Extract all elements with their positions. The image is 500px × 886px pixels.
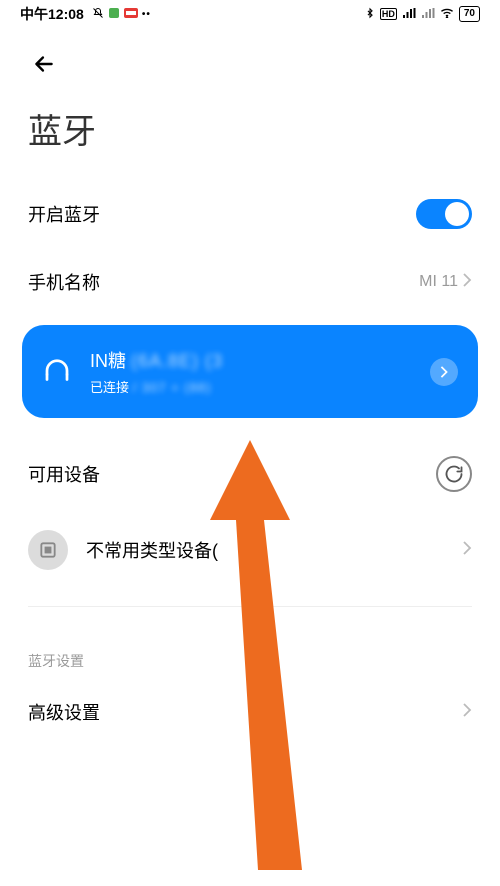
mute-icon bbox=[92, 7, 104, 22]
app-icon-1 bbox=[108, 7, 120, 22]
chevron-right-icon bbox=[462, 703, 472, 722]
phone-name-value: MI 11 bbox=[419, 273, 458, 291]
bluetooth-toggle[interactable] bbox=[416, 199, 472, 229]
signal-icon-2 bbox=[421, 7, 435, 21]
more-icon: •• bbox=[142, 9, 151, 20]
connected-device-card[interactable]: IN糖 (6A.8E) (3 已连接 / 307 + (88) bbox=[22, 325, 478, 418]
available-devices-title: 可用设备 bbox=[28, 461, 100, 487]
wifi-icon bbox=[440, 7, 454, 21]
phone-name-row[interactable]: 手机名称 MI 11 bbox=[0, 249, 500, 315]
connected-device-name-blur: (6A.8E) (3 bbox=[131, 351, 223, 371]
uncommon-devices-row[interactable]: 不常用类型设备( bbox=[0, 510, 500, 590]
bluetooth-status-icon bbox=[365, 7, 375, 22]
bluetooth-toggle-row: 开启蓝牙 bbox=[0, 179, 500, 249]
back-button[interactable] bbox=[28, 48, 60, 80]
available-devices-header: 可用设备 bbox=[0, 432, 500, 510]
chevron-right-icon bbox=[462, 273, 472, 292]
status-notification-icons: •• bbox=[92, 7, 151, 22]
back-arrow-icon bbox=[31, 51, 57, 77]
uncommon-devices-label: 不常用类型设备( bbox=[86, 537, 444, 563]
chevron-right-icon bbox=[462, 541, 472, 560]
app-icon-2 bbox=[124, 8, 138, 21]
phone-name-label: 手机名称 bbox=[28, 269, 100, 295]
refresh-icon bbox=[444, 464, 464, 484]
phone-name-right: MI 11 bbox=[419, 273, 472, 292]
headphones-icon bbox=[42, 357, 72, 387]
page-title: 蓝牙 bbox=[0, 88, 500, 179]
refresh-button[interactable] bbox=[436, 456, 472, 492]
connected-device-status: 已连接 / 307 + (88) bbox=[90, 377, 412, 396]
hd-icon: HD bbox=[380, 8, 397, 20]
uncommon-devices-icon bbox=[28, 530, 68, 570]
connected-device-name: IN糖 (6A.8E) (3 bbox=[90, 347, 412, 373]
device-details-button[interactable] bbox=[430, 358, 458, 386]
status-right: HD 70 bbox=[365, 6, 480, 22]
signal-icon-1 bbox=[402, 7, 416, 21]
back-area bbox=[0, 28, 500, 88]
divider bbox=[28, 606, 472, 607]
advanced-settings-label: 高级设置 bbox=[28, 699, 100, 725]
connected-device-status-blur: / 307 + (88) bbox=[133, 380, 212, 395]
bluetooth-toggle-label: 开启蓝牙 bbox=[28, 201, 100, 227]
status-bar: 中午12:08 •• HD 70 bbox=[0, 0, 500, 28]
battery-indicator: 70 bbox=[459, 6, 480, 22]
status-left: 中午12:08 •• bbox=[20, 4, 151, 24]
connected-device-info: IN糖 (6A.8E) (3 已连接 / 307 + (88) bbox=[90, 347, 412, 396]
bluetooth-settings-section-label: 蓝牙设置 bbox=[0, 623, 500, 679]
status-time: 中午12:08 bbox=[20, 4, 84, 24]
advanced-settings-row[interactable]: 高级设置 bbox=[0, 679, 500, 745]
